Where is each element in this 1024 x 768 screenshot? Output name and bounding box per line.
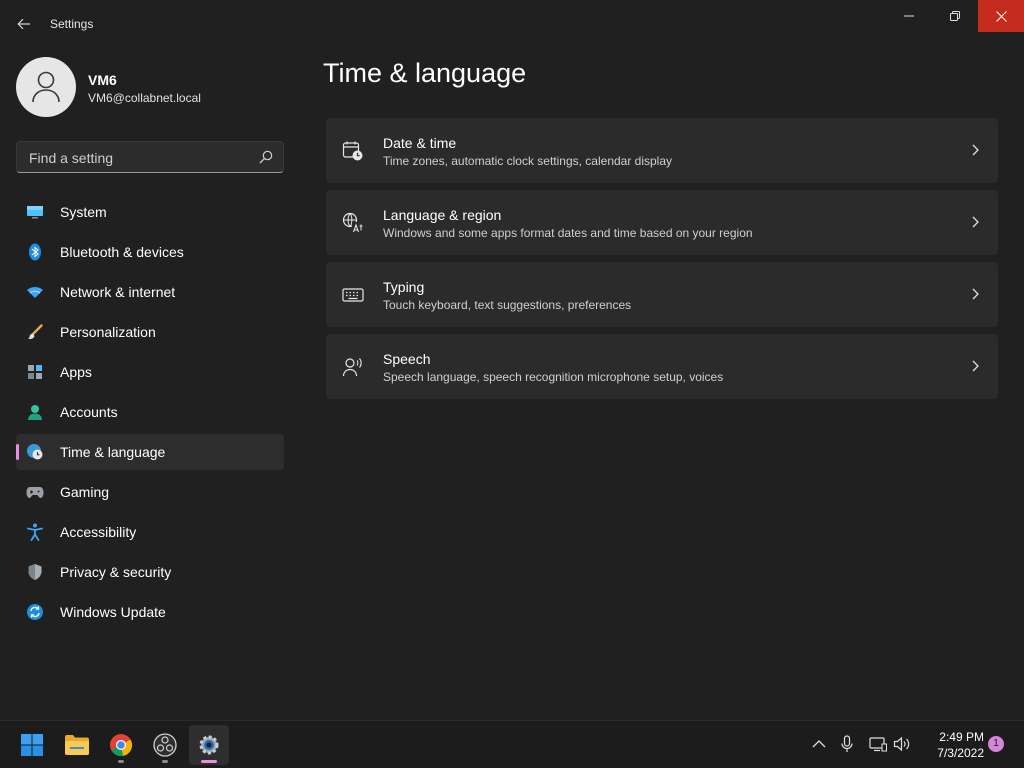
sidebar-item-label: Bluetooth & devices <box>60 244 184 260</box>
chrome-button[interactable] <box>101 725 141 765</box>
sidebar-item-network[interactable]: Network & internet <box>16 274 284 310</box>
show-hidden-icons-button[interactable] <box>810 735 828 753</box>
chevron-right-icon <box>972 144 979 156</box>
volume-button[interactable] <box>893 735 911 753</box>
clock-time: 2:49 PM <box>939 730 984 744</box>
account-icon <box>26 403 44 421</box>
settings-taskbar-button[interactable] <box>189 725 229 765</box>
clock-date: 7/3/2022 <box>937 746 984 760</box>
card-title: Date & time <box>383 135 457 151</box>
sidebar-item-personalization[interactable]: Personalization <box>16 314 284 350</box>
network-icon <box>869 737 887 752</box>
microphone-button[interactable] <box>838 735 856 753</box>
microphone-icon <box>841 735 853 752</box>
search-icon[interactable] <box>259 150 273 164</box>
running-indicator <box>162 760 168 763</box>
sidebar-item-bluetooth[interactable]: Bluetooth & devices <box>16 234 284 270</box>
sidebar-nav: System Bluetooth & devices Network & int… <box>16 194 284 634</box>
sidebar-item-label: Windows Update <box>60 604 166 620</box>
sidebar-item-time-language[interactable]: Time & language <box>16 434 284 470</box>
language-region-card[interactable]: Language & region Windows and some apps … <box>326 190 998 255</box>
network-button[interactable] <box>869 735 887 753</box>
globe-clock-icon <box>26 443 44 461</box>
maximize-button[interactable] <box>932 0 978 32</box>
update-icon <box>26 603 44 621</box>
date-time-card[interactable]: Date & time Time zones, automatic clock … <box>326 118 998 183</box>
speech-icon <box>342 356 364 378</box>
start-button[interactable] <box>12 725 52 765</box>
sidebar-item-gaming[interactable]: Gaming <box>16 474 284 510</box>
card-description: Touch keyboard, text suggestions, prefer… <box>383 298 632 312</box>
sidebar-item-label: Network & internet <box>60 284 176 300</box>
back-button[interactable] <box>10 10 38 38</box>
file-explorer-button[interactable] <box>57 725 97 765</box>
arrow-left-icon <box>17 18 30 30</box>
obs-icon <box>153 733 177 757</box>
card-description: Time zones, automatic clock settings, ca… <box>383 154 673 168</box>
user-email: VM6@collabnet.local <box>88 91 201 105</box>
page-title: Time & language <box>323 58 527 88</box>
sidebar-item-system[interactable]: System <box>16 194 284 230</box>
bluetooth-icon <box>26 243 44 261</box>
sidebar-item-accessibility[interactable]: Accessibility <box>16 514 284 550</box>
card-title: Speech <box>383 351 431 367</box>
gear-icon <box>199 735 219 755</box>
app-title: Settings <box>50 17 94 31</box>
chevron-right-icon <box>972 360 979 372</box>
sidebar-item-privacy[interactable]: Privacy & security <box>16 554 284 590</box>
shield-icon <box>26 563 44 581</box>
person-icon <box>32 71 60 103</box>
sidebar-item-label: Apps <box>60 364 92 380</box>
card-title: Language & region <box>383 207 502 223</box>
sidebar-item-accounts[interactable]: Accounts <box>16 394 284 430</box>
typing-card[interactable]: Typing Touch keyboard, text suggestions,… <box>326 262 998 327</box>
card-title: Typing <box>383 279 425 295</box>
gamepad-icon <box>26 483 44 501</box>
close-button[interactable] <box>978 0 1024 32</box>
title-bar: Settings <box>0 0 1024 48</box>
running-indicator <box>118 760 124 763</box>
brush-icon <box>26 323 44 341</box>
chevron-right-icon <box>972 288 979 300</box>
avatar[interactable] <box>16 57 76 117</box>
running-indicator <box>201 760 217 763</box>
calendar-clock-icon <box>342 140 364 162</box>
sidebar-item-label: Personalization <box>60 324 156 340</box>
wifi-icon <box>26 283 44 301</box>
windows-start-icon <box>21 734 43 756</box>
volume-icon <box>893 736 910 752</box>
sidebar-item-apps[interactable]: Apps <box>16 354 284 390</box>
card-description: Windows and some apps format dates and t… <box>383 226 753 240</box>
keyboard-icon <box>342 284 364 306</box>
card-description: Speech language, speech recognition micr… <box>383 370 724 384</box>
minimize-button[interactable] <box>886 0 932 32</box>
notification-badge[interactable]: 1 <box>988 736 1004 752</box>
sidebar-item-label: Accessibility <box>60 524 137 540</box>
chevron-right-icon <box>972 216 979 228</box>
restore-icon <box>950 11 960 21</box>
monitor-icon <box>26 203 44 221</box>
close-icon <box>995 10 1007 22</box>
folder-icon <box>65 735 89 755</box>
apps-icon <box>26 363 44 381</box>
chevron-up-icon <box>812 740 826 748</box>
settings-list: Date & time Time zones, automatic clock … <box>326 118 998 406</box>
sidebar-item-label: Gaming <box>60 484 110 500</box>
taskbar: 2:49 PM 7/3/2022 1 <box>0 720 1024 768</box>
sidebar-item-windows-update[interactable]: Windows Update <box>16 594 284 630</box>
sidebar-item-label: Time & language <box>60 444 166 460</box>
sidebar-item-label: Accounts <box>60 404 118 420</box>
search-input[interactable] <box>27 142 251 174</box>
sidebar-item-label: Privacy & security <box>60 564 172 580</box>
minimize-icon <box>904 15 914 17</box>
chrome-icon <box>110 734 133 757</box>
language-icon <box>342 212 364 234</box>
sidebar-item-label: System <box>60 204 107 220</box>
speech-card[interactable]: Speech Speech language, speech recogniti… <box>326 334 998 399</box>
clock[interactable]: 2:49 PM 7/3/2022 <box>920 729 984 761</box>
user-name: VM6 <box>88 72 117 88</box>
accessibility-icon <box>26 523 44 541</box>
search-box[interactable] <box>16 141 284 174</box>
obs-button[interactable] <box>145 725 185 765</box>
